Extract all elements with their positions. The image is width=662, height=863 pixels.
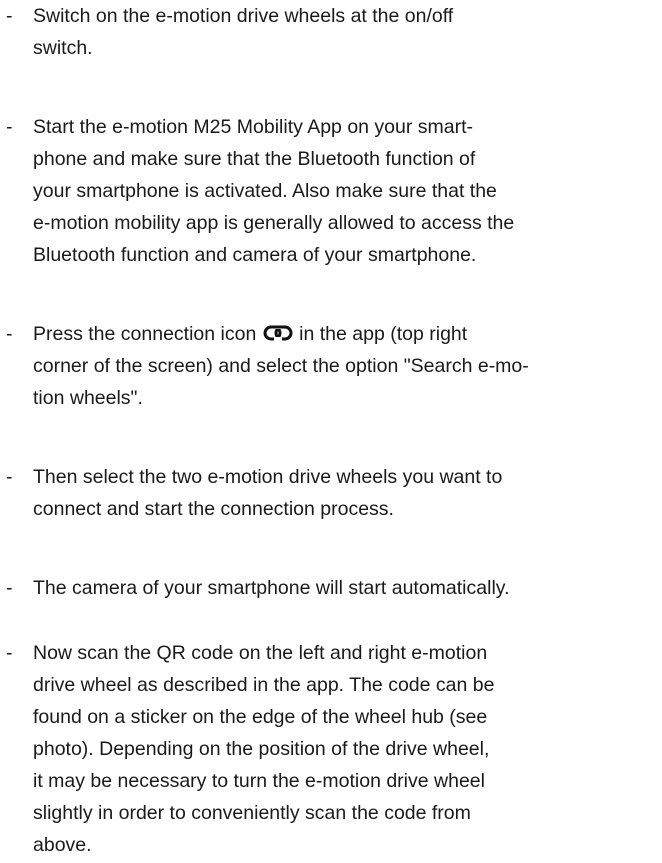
list-bullet: - xyxy=(6,577,13,599)
instruction-line: drive wheel as described in the app. The… xyxy=(33,674,495,696)
instruction-line: Then select the two e-motion drive wheel… xyxy=(33,466,503,488)
list-bullet: - xyxy=(6,323,13,345)
instruction-page: - Switch on the e-motion drive wheels at… xyxy=(0,0,662,863)
list-bullet: - xyxy=(6,466,13,488)
instruction-text: Press the connection icon xyxy=(33,323,257,345)
instruction-line: switch. xyxy=(33,37,93,59)
instruction-item-5: - The camera of your smartphone will sta… xyxy=(6,572,646,604)
instruction-line: The camera of your smartphone will start… xyxy=(33,577,510,599)
instruction-line: Bluetooth function and camera of your sm… xyxy=(33,244,477,266)
instruction-line: above. xyxy=(33,834,92,856)
instruction-line: it may be necessary to turn the e-motion… xyxy=(33,770,485,792)
instruction-line: found on a sticker on the edge of the wh… xyxy=(33,706,488,728)
instruction-item-1: - Switch on the e-motion drive wheels at… xyxy=(6,0,646,64)
instruction-line: slightly in order to conveniently scan t… xyxy=(33,802,471,824)
instruction-line: corner of the screen) and select the opt… xyxy=(33,355,529,377)
instruction-line: Start the e-motion M25 Mobility App on y… xyxy=(33,116,474,138)
instruction-line: your smartphone is activated. Also make … xyxy=(33,180,497,202)
list-bullet: - xyxy=(6,116,13,138)
instruction-line: connect and start the connection process… xyxy=(33,498,394,520)
instruction-line: tion wheels". xyxy=(33,387,143,409)
instruction-item-6: - Now scan the QR code on the left and r… xyxy=(6,637,646,861)
instruction-line: Press the connection icon in the app (to… xyxy=(6,318,646,350)
instruction-line: Now scan the QR code on the left and rig… xyxy=(33,642,488,664)
instruction-line: photo). Depending on the position of the… xyxy=(33,738,490,760)
list-bullet: - xyxy=(6,5,13,27)
instruction-line: Switch on the e-motion drive wheels at t… xyxy=(33,5,454,27)
list-bullet: - xyxy=(6,642,13,664)
instruction-item-4: - Then select the two e-motion drive whe… xyxy=(6,461,646,525)
instruction-line: phone and make sure that the Bluetooth f… xyxy=(33,148,476,170)
instruction-item-2: - Start the e-motion M25 Mobility App on… xyxy=(6,111,646,271)
instruction-item-3: - Press the connection icon in the app (… xyxy=(6,318,646,414)
instruction-text: in the app (top right xyxy=(299,323,468,345)
link-icon xyxy=(263,325,293,341)
instruction-line: e-motion mobility app is generally allow… xyxy=(33,212,515,234)
